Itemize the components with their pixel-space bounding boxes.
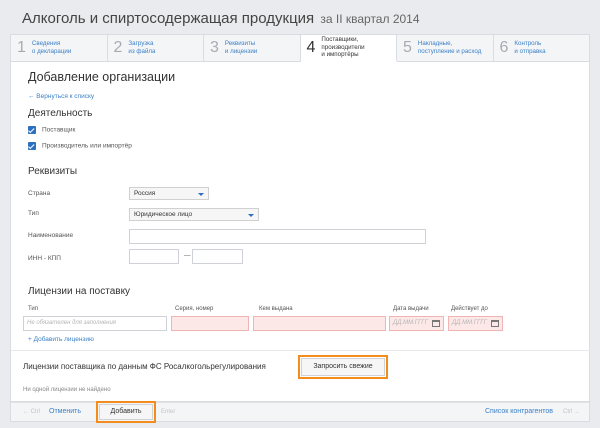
col-date-issued: Дата выдачи — [393, 306, 429, 312]
license-issued-by-input[interactable] — [253, 316, 386, 331]
step-label: Реквизиты и лицензии — [224, 40, 258, 55]
type-select[interactable]: Юридическое лицо — [129, 208, 259, 221]
activity-heading: Деятельность — [28, 108, 93, 119]
add-license-link[interactable]: + Добавить лицензию — [28, 336, 94, 343]
name-input[interactable] — [129, 229, 426, 244]
supplier-checkbox[interactable] — [28, 126, 36, 134]
chevron-down-icon — [248, 213, 254, 217]
divider — [11, 350, 591, 351]
country-label: Страна — [28, 190, 51, 197]
step-label: Накладные, поступление и расход — [417, 40, 482, 55]
next-shortcut: Ctrl → — [563, 409, 580, 415]
supplier-label: Поставщик — [42, 126, 76, 134]
step-number: 3 — [210, 39, 219, 56]
producer-checkbox[interactable] — [28, 142, 36, 150]
step-number: 4 — [306, 38, 316, 56]
page-title: Алкоголь и спиртосодержащая продукция за… — [22, 10, 420, 27]
prev-shortcut: ← Ctrl — [23, 409, 40, 415]
inn-separator: — — [184, 252, 191, 259]
chevron-down-icon — [198, 192, 204, 196]
back-link[interactable]: ← Вернуться к списку — [28, 93, 94, 100]
step-6[interactable]: 6 Контроль и отправка — [494, 35, 590, 61]
form-card: Добавление организации ← Вернуться к спи… — [10, 62, 591, 402]
country-value: Россия — [134, 190, 156, 197]
license-type-input[interactable]: Не обязателен для заполнения — [23, 316, 167, 331]
step-5[interactable]: 5 Накладные, поступление и расход — [397, 35, 494, 61]
name-label: Наименование — [28, 232, 74, 239]
calendar-icon[interactable] — [432, 320, 440, 327]
step-label: Загрузка из файла — [128, 40, 156, 55]
form-title: Добавление организации — [28, 70, 176, 84]
license-type-placeholder: Не обязателен для заполнения — [27, 320, 117, 326]
inn-input[interactable] — [129, 249, 179, 264]
add-shortcut: Enter — [161, 409, 176, 415]
license-series-input[interactable] — [171, 316, 249, 331]
step-label: Сведения о декларации — [31, 40, 72, 55]
license-valid-until-input[interactable]: ДД.ММ.ГГГГ — [448, 316, 503, 331]
producer-checkbox-row[interactable]: Производитель или импортёр — [28, 142, 132, 150]
page-period: за II квартал 2014 — [320, 12, 420, 26]
step-3[interactable]: 3 Реквизиты и лицензии — [204, 35, 301, 61]
wizard-steps: 1 Сведения о декларации 2 Загрузка из файл… — [10, 34, 590, 62]
step-4: 4 Поставщики, производители и импортёры — [300, 35, 397, 62]
no-licenses-text: Ни одной лицензии не найдено — [23, 387, 111, 393]
step-label: Поставщики, производители и импортёры — [321, 36, 365, 59]
add-button[interactable]: Добавить — [96, 401, 156, 423]
footer-toolbar: ← Ctrl Отменить Добавить Enter Список ко… — [10, 401, 590, 423]
kpp-input[interactable] — [192, 249, 243, 264]
fsrar-heading: Лицензии поставщика по данным ФС Росалко… — [23, 362, 266, 371]
type-value: Юридическое лицо — [134, 211, 193, 218]
type-label: Тип — [28, 210, 39, 217]
col-series: Серия, номер — [175, 306, 214, 312]
contractors-list-link[interactable]: Список контрагентов — [485, 408, 553, 415]
calendar-icon[interactable] — [491, 320, 499, 327]
col-issued-by: Кем выдана — [259, 306, 293, 312]
step-label: Контроль и отправка — [514, 40, 546, 55]
step-number: 1 — [17, 39, 26, 56]
step-2[interactable]: 2 Загрузка из файла — [108, 35, 204, 61]
step-number: 2 — [113, 39, 123, 56]
country-select[interactable]: Россия — [129, 187, 209, 200]
col-valid-until: Действует до — [451, 306, 488, 312]
step-number: 5 — [403, 39, 412, 56]
license-date-issued-input[interactable]: ДД.ММ.ГГГГ — [389, 316, 444, 331]
step-number: 6 — [499, 39, 509, 56]
producer-label: Производитель или импортёр — [42, 142, 132, 150]
cancel-link[interactable]: Отменить — [49, 408, 81, 415]
page-title-text: Алкоголь и спиртосодержащая продукция — [22, 10, 315, 27]
licenses-heading: Лицензии на поставку — [28, 286, 131, 297]
step-1[interactable]: 1 Сведения о декларации — [11, 35, 108, 61]
supplier-checkbox-row[interactable]: Поставщик — [28, 126, 75, 134]
col-type: Тип — [28, 306, 39, 312]
requisites-heading: Реквизиты — [28, 166, 78, 177]
inn-label: ИНН - КПП — [28, 255, 61, 262]
request-fresh-button[interactable]: Запросить свежие — [298, 355, 388, 379]
